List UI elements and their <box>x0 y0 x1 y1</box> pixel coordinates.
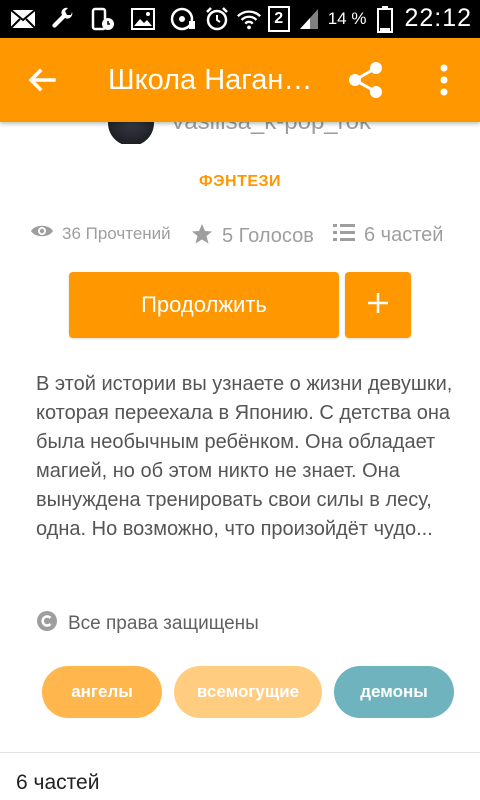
wifi-icon <box>236 6 262 32</box>
star-icon <box>190 222 214 251</box>
share-icon[interactable] <box>346 60 386 100</box>
tag-label: всемогущие <box>196 682 300 701</box>
battery-percent: 14 % <box>327 8 367 28</box>
story-stats: 36 Прочтений 5 Голосов 6 частей <box>30 222 460 252</box>
eye-icon <box>30 222 54 245</box>
parts-stat: 6 частей <box>332 222 443 249</box>
copyright-icon <box>36 610 58 637</box>
genre-label[interactable]: ФЭНТЕЗИ <box>0 173 480 191</box>
wrench-icon <box>50 6 76 32</box>
app-bar: Школа Наганских <box>0 38 480 122</box>
continue-reading-button[interactable]: Продолжить <box>69 272 339 338</box>
sim-badge: 2 <box>267 5 290 32</box>
mail-icon <box>10 6 36 32</box>
reads-stat: 36 Прочтений <box>30 222 171 245</box>
tag-chip[interactable]: всемогущие <box>174 666 322 718</box>
signal-icon <box>296 6 322 32</box>
copyright-text: Все права защищены <box>68 612 259 634</box>
tag-label: демоны <box>360 682 428 701</box>
more-vert-icon[interactable] <box>432 62 456 98</box>
plus-icon <box>367 292 389 319</box>
alarm-icon <box>204 6 230 32</box>
notification-icons <box>10 6 196 32</box>
votes-count: 5 Голосов <box>222 225 314 247</box>
parts-count: 6 частей <box>364 224 444 246</box>
tag-label: ангелы <box>71 682 133 701</box>
tag-chip[interactable]: демоны <box>334 666 454 718</box>
list-icon <box>332 222 356 249</box>
parts-section-header: 6 частей <box>16 771 100 794</box>
story-description: В этой истории вы узнаете о жизни девушк… <box>36 373 453 540</box>
reads-count: 36 Прочтений <box>62 223 171 243</box>
section-divider <box>0 752 480 753</box>
back-arrow-icon[interactable] <box>26 64 58 96</box>
votes-stat: 5 Голосов <box>190 222 314 251</box>
disc-icon <box>170 6 196 32</box>
tag-chip[interactable]: ангелы <box>42 666 162 718</box>
copyright-row: Все права защищены <box>36 610 259 637</box>
tag-list: ангелы всемогущие демоны <box>42 666 472 718</box>
phone-clock-icon <box>90 6 116 32</box>
add-to-library-button[interactable] <box>345 272 411 338</box>
clock: 22:12 <box>404 4 472 32</box>
battery-icon <box>372 5 398 33</box>
system-icons: 2 14 % 22:12 <box>204 4 472 33</box>
image-icon <box>130 6 156 32</box>
story-title: Школа Наганских <box>108 64 324 96</box>
status-bar: 2 14 % 22:12 <box>0 0 480 38</box>
